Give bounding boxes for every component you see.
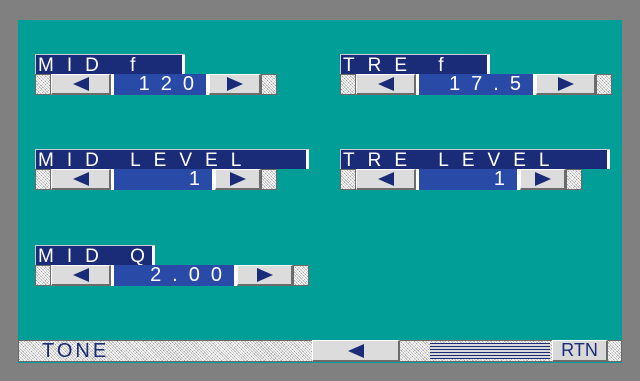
mid-level-right-cap: [261, 169, 277, 190]
mid-f-right-cap: [261, 74, 277, 95]
tre-level-value: 1: [416, 169, 520, 190]
mid-level-title: MID LEVEL: [35, 149, 309, 169]
scroll-indicator: [430, 343, 550, 359]
right-triangle-icon: [256, 268, 273, 282]
right-triangle-icon: [534, 172, 551, 186]
right-triangle-icon: [229, 172, 246, 186]
left-triangle-icon: [72, 77, 89, 91]
mid-q-increase-button[interactable]: [237, 265, 293, 286]
mid-level-setting: MID LEVEL 1: [35, 149, 309, 190]
mid-q-control: 2.00: [35, 265, 309, 286]
tre-level-setting: TRE LEVEL 1: [340, 149, 610, 190]
mid-q-left-cap: [35, 265, 51, 286]
tre-level-increase-button[interactable]: [520, 169, 566, 190]
mid-level-left-cap: [35, 169, 51, 190]
mid-f-title: MID f: [35, 54, 185, 74]
right-triangle-icon: [557, 77, 574, 91]
tre-f-right-cap: [596, 74, 612, 95]
tre-level-title: TRE LEVEL: [340, 149, 610, 169]
tre-level-right-cap: [566, 169, 582, 190]
tre-f-setting: TRE f 17.5: [340, 54, 612, 95]
tre-f-title: TRE f: [340, 54, 490, 74]
tre-level-left-cap: [340, 169, 356, 190]
tre-f-value: 17.5: [416, 74, 536, 95]
tone-label: TONE: [42, 340, 110, 362]
right-triangle-icon: [226, 77, 243, 91]
mid-q-value: 2.00: [111, 265, 237, 286]
tone-settings-screen: MID f 120 TRE f 17.5 MID LEVEL 1 TRE LEV…: [18, 20, 622, 363]
mid-f-decrease-button[interactable]: [51, 74, 111, 95]
mid-q-setting: MID Q 2.00: [35, 245, 309, 286]
left-triangle-icon: [377, 77, 394, 91]
tre-f-decrease-button[interactable]: [356, 74, 416, 95]
tre-f-control: 17.5: [340, 74, 612, 95]
left-triangle-icon: [347, 343, 364, 358]
tre-f-increase-button[interactable]: [536, 74, 596, 95]
bottom-function-bar: TONE RTN: [18, 340, 622, 362]
back-button[interactable]: [312, 340, 400, 362]
mid-level-value: 1: [111, 169, 215, 190]
mid-f-setting: MID f 120: [35, 54, 277, 95]
mid-q-title: MID Q: [35, 245, 155, 265]
rtn-button[interactable]: RTN: [552, 340, 608, 362]
left-triangle-icon: [72, 268, 89, 282]
mid-level-decrease-button[interactable]: [51, 169, 111, 190]
mid-f-control: 120: [35, 74, 277, 95]
mid-q-decrease-button[interactable]: [51, 265, 111, 286]
left-triangle-icon: [72, 172, 89, 186]
mid-f-increase-button[interactable]: [209, 74, 261, 95]
mid-f-value: 120: [111, 74, 209, 95]
mid-level-increase-button[interactable]: [215, 169, 261, 190]
mid-level-control: 1: [35, 169, 277, 190]
tre-level-control: 1: [340, 169, 582, 190]
left-triangle-icon: [377, 172, 394, 186]
mid-f-left-cap: [35, 74, 51, 95]
tre-f-left-cap: [340, 74, 356, 95]
tre-level-decrease-button[interactable]: [356, 169, 416, 190]
mid-q-right-cap: [293, 265, 309, 286]
